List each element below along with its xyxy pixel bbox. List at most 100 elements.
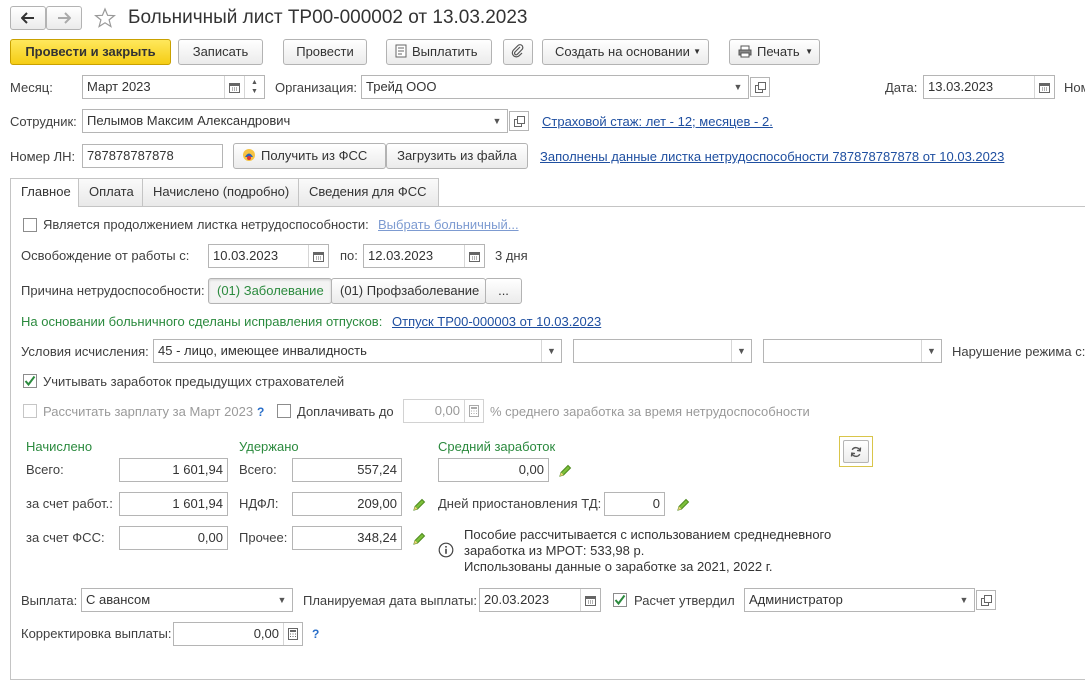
release-to-field[interactable]: 12.03.2023	[363, 244, 485, 268]
organization-value: Трейд ООО	[366, 79, 437, 94]
print-button[interactable]: Печать ▼	[729, 39, 820, 65]
star-favorite-icon[interactable]	[94, 7, 116, 29]
calendar-icon[interactable]	[580, 589, 600, 611]
employer-share-value: 1 601,94	[172, 496, 223, 511]
edit-suspension-pencil-icon[interactable]	[676, 498, 690, 512]
topup-suffix: % среднего заработка за время нетрудоспо…	[490, 404, 810, 419]
conditions-field[interactable]: 45 - лицо, имеющее инвалидность ▼	[153, 339, 562, 363]
conditions-field-2[interactable]: ▼	[573, 339, 752, 363]
conditions-field-3-value	[764, 340, 921, 362]
load-from-file-button[interactable]: Загрузить из файла	[386, 143, 528, 169]
dropdown-arrow-icon[interactable]: ▼	[731, 340, 751, 362]
accrued-total-field[interactable]: 1 601,94	[119, 458, 228, 482]
get-from-fss-button[interactable]: Получить из ФСС	[233, 143, 386, 169]
date-field[interactable]: 13.03.2023	[923, 75, 1055, 99]
tab-main[interactable]: Главное	[10, 178, 79, 207]
tab-accrued-detailed[interactable]: Начислено (подробно)	[142, 178, 299, 206]
correction-field[interactable]: 0,00	[173, 622, 303, 646]
approver-field[interactable]: Администратор ▼	[744, 588, 975, 612]
month-value: Март 2023	[87, 79, 151, 94]
month-label: Месяц:	[10, 80, 53, 95]
dropdown-arrow-icon[interactable]: ▼	[541, 340, 561, 362]
month-spinner[interactable]: ▲ ▼	[244, 76, 264, 98]
employee-field[interactable]: Пелымов Максим Александрович ▼	[82, 109, 508, 133]
average-earnings-field[interactable]: 0,00	[438, 458, 549, 482]
ndfl-label: НДФЛ:	[239, 496, 279, 511]
refresh-button[interactable]	[839, 436, 873, 467]
reason-disease-button[interactable]: (01) Заболевание	[208, 278, 332, 304]
calendar-icon[interactable]	[308, 245, 328, 267]
fss-share-field[interactable]: 0,00	[119, 526, 228, 550]
pay-button[interactable]: Выплатить	[386, 39, 492, 65]
other-label: Прочее:	[239, 530, 288, 545]
back-button[interactable]	[10, 6, 46, 30]
accrued-header: Начислено	[26, 439, 93, 454]
insurance-experience-link[interactable]: Страховой стаж: лет - 12; месяцев - 2.	[542, 114, 773, 130]
continuation-label: Является продолжением листка нетрудоспос…	[43, 217, 369, 232]
sick-leave-number-field[interactable]: 787878787878	[82, 144, 223, 168]
edit-ndfl-pencil-icon[interactable]	[412, 498, 426, 512]
topup-field[interactable]: 0,00	[403, 399, 484, 423]
edit-other-pencil-icon[interactable]	[412, 532, 426, 546]
calendar-icon[interactable]	[464, 245, 484, 267]
spin-down-icon[interactable]: ▼	[251, 87, 258, 96]
other-field[interactable]: 348,24	[292, 526, 402, 550]
calculator-icon[interactable]	[464, 400, 483, 422]
conditions-field-3[interactable]: ▼	[763, 339, 942, 363]
post-button[interactable]: Провести	[283, 39, 367, 65]
reason-more-button[interactable]: ...	[485, 278, 522, 304]
filled-data-link[interactable]: Заполнены данные листка нетрудоспособнос…	[540, 149, 1004, 165]
calc-salary-checkbox[interactable]	[23, 404, 37, 418]
spin-up-icon[interactable]: ▲	[251, 78, 258, 87]
planned-date-field[interactable]: 20.03.2023	[479, 588, 601, 612]
accrued-total-label: Всего:	[26, 462, 64, 477]
release-from-field[interactable]: 10.03.2023	[208, 244, 329, 268]
ndfl-field[interactable]: 209,00	[292, 492, 402, 516]
days-count: 3 дня	[495, 248, 528, 263]
open-approver-icon[interactable]	[976, 590, 996, 610]
calendar-icon[interactable]	[224, 76, 244, 98]
approver-value: Администратор	[749, 592, 843, 607]
create-based-on-button[interactable]: Создать на основании ▼	[542, 39, 709, 65]
page-title: Больничный лист ТР00-000002 от 13.03.202…	[128, 7, 528, 28]
calc-salary-help-icon[interactable]: ?	[257, 404, 264, 420]
month-field[interactable]: Март 2023 ▲ ▼	[82, 75, 265, 99]
vacation-link[interactable]: Отпуск ТР00-000003 от 10.03.2023	[392, 314, 601, 330]
document-icon	[395, 44, 407, 58]
arrow-left-icon	[20, 12, 34, 24]
withheld-total-label: Всего:	[239, 462, 277, 477]
suspension-days-field[interactable]: 0	[604, 492, 665, 516]
reason-label: Причина нетрудоспособности:	[21, 283, 205, 298]
open-organization-icon[interactable]	[750, 77, 770, 97]
suspension-days-label: Дней приостановления ТД:	[438, 496, 602, 511]
save-button[interactable]: Записать	[178, 39, 263, 65]
organization-field[interactable]: Трейд ООО ▼	[361, 75, 749, 99]
dropdown-arrow-icon[interactable]: ▼	[921, 340, 941, 362]
tab-payment[interactable]: Оплата	[78, 178, 143, 206]
edit-average-pencil-icon[interactable]	[558, 464, 572, 478]
calculator-icon[interactable]	[283, 623, 302, 645]
attachments-button[interactable]	[503, 39, 533, 65]
topup-checkbox[interactable]	[277, 404, 291, 418]
choose-sick-leave-link[interactable]: Выбрать больничный...	[378, 217, 519, 233]
open-employee-icon[interactable]	[509, 111, 529, 131]
ndfl-value: 209,00	[357, 496, 397, 511]
withheld-total-field[interactable]: 557,24	[292, 458, 402, 482]
dropdown-arrow-icon[interactable]: ▼	[954, 589, 974, 611]
reason-occupational-button[interactable]: (01) Профзаболевание	[331, 278, 486, 304]
prev-insurers-checkbox[interactable]	[23, 374, 37, 388]
average-earnings-value: 0,00	[518, 462, 544, 477]
calc-approved-checkbox[interactable]	[613, 593, 627, 607]
dropdown-arrow-icon[interactable]: ▼	[487, 110, 507, 132]
continuation-checkbox[interactable]	[23, 218, 37, 232]
payment-type-field[interactable]: С авансом ▼	[81, 588, 293, 612]
employer-share-field[interactable]: 1 601,94	[119, 492, 228, 516]
tab-fss-info[interactable]: Сведения для ФСС	[298, 178, 439, 206]
correction-help-icon[interactable]: ?	[312, 626, 319, 642]
post-and-close-button[interactable]: Провести и закрыть	[10, 39, 171, 65]
calendar-icon[interactable]	[1034, 76, 1054, 98]
forward-button[interactable]	[46, 6, 82, 30]
dropdown-arrow-icon[interactable]: ▼	[728, 76, 748, 98]
refresh-icon	[850, 446, 862, 457]
dropdown-arrow-icon[interactable]: ▼	[272, 589, 292, 611]
